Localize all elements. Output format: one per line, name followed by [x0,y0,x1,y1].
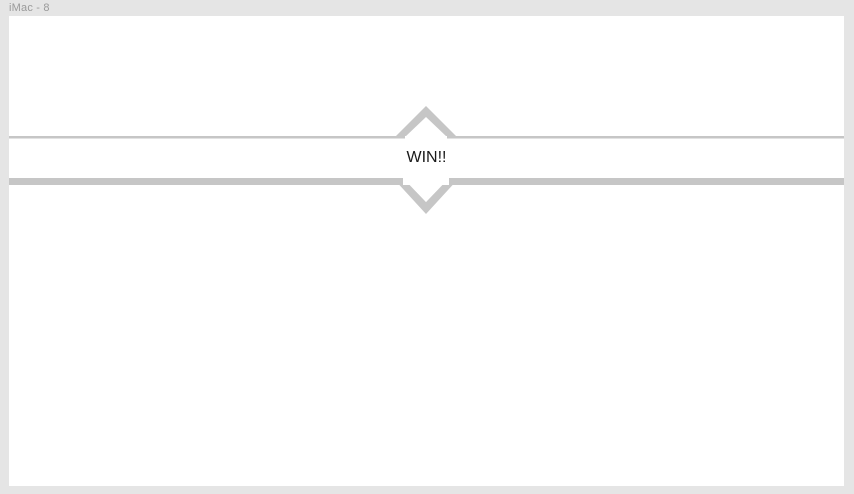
artboard: WIN!! [9,16,844,486]
frame-label: iMac - 8 [9,2,50,14]
win-banner-graphic [9,106,844,214]
win-message: WIN!! [406,149,447,166]
top-chevron [395,106,457,137]
